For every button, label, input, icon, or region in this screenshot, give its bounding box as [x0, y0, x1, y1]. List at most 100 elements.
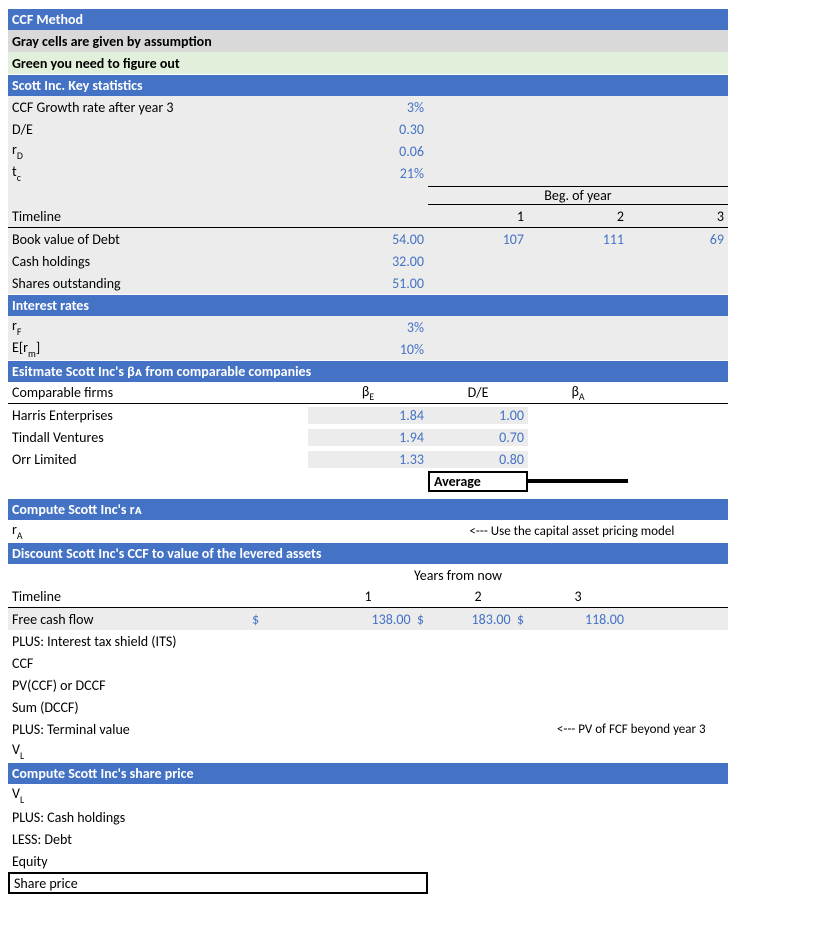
row-terminal-value: PLUS: Terminal value <--- PV of FCF beyo… [8, 718, 728, 740]
label: Timeline [8, 208, 248, 225]
average-value [528, 479, 628, 483]
be: 1.33 [308, 451, 428, 468]
name: Tindall Ventures [8, 429, 248, 446]
label: Sum (DCCF) [8, 699, 248, 716]
label: E[rm] [8, 339, 248, 359]
beg-of-year-label: Beg. of year [428, 186, 728, 205]
label: CCF Growth rate after year 3 [8, 99, 248, 116]
row-pvccf: PV(CCF) or DCCF [8, 674, 728, 696]
row-ra: rA <--- Use the capital asset pricing mo… [8, 520, 728, 542]
label: PLUS: Interest tax shield (ITS) [8, 633, 248, 650]
v3: 69 [628, 231, 728, 248]
band-label: Esitmate Scott Inc's βᴀ from comparable … [8, 363, 728, 380]
note-text: Green you need to figure out [8, 55, 728, 72]
label: Years from now [308, 567, 608, 584]
label: rD [8, 141, 248, 161]
be: 1.94 [308, 429, 428, 446]
row-growth-rate: CCF Growth rate after year 3 3% [8, 96, 728, 118]
band-key-stats: Scott Inc. Key statistics [8, 74, 728, 96]
row-de: D/E 0.30 [8, 118, 728, 140]
average-label: Average [428, 471, 528, 492]
name: Orr Limited [8, 451, 248, 468]
row-vl-1: VL [8, 740, 728, 762]
row-vl-2: VL [8, 784, 728, 806]
y3: 3 [528, 588, 628, 605]
label: Book value of Debt [8, 231, 248, 248]
row-fcf: Free cash flow $ 138.00 $ 183.00 $ 118.0… [8, 608, 728, 630]
row-years-from-now: Years from now [8, 564, 728, 586]
band-green-note: Green you need to figure out [8, 52, 728, 74]
ra-annotation: <--- Use the capital asset pricing model [465, 524, 728, 539]
label: D/E [8, 121, 248, 138]
dollar-1: $ [248, 611, 308, 628]
value: 10% [308, 341, 428, 358]
label: Shares outstanding [8, 275, 248, 292]
label: Free cash flow [8, 611, 248, 628]
label: PLUS: Cash holdings [8, 809, 248, 826]
band-gray-note: Gray cells are given by assumption [8, 30, 728, 52]
band-discount-ccf: Discount Scott Inc's CCF to value of the… [8, 542, 728, 564]
row-ccf-timeline: Timeline 1 2 3 [8, 586, 728, 608]
row-ccf: CCF [8, 652, 728, 674]
label: VL [8, 741, 248, 761]
be: 1.84 [308, 407, 428, 424]
label: VL [8, 785, 248, 805]
fcf-2: 183.00 $ [428, 611, 528, 628]
fcf-3: 118.00 [528, 611, 628, 628]
row-plus-cash: PLUS: Cash holdings [8, 806, 728, 828]
band-label: Compute Scott Inc's share price [8, 765, 728, 782]
value: 21% [308, 165, 428, 182]
label: PV(CCF) or DCCF [8, 677, 248, 694]
row-bv-debt: Book value of Debt 54.00 107 111 69 [8, 228, 728, 250]
de: 0.70 [428, 429, 528, 446]
label: Cash holdings [8, 253, 248, 270]
hdr-de: D/E [428, 384, 528, 401]
row-share-price: Share price [8, 872, 728, 894]
band-interest-rates: Interest rates [8, 294, 728, 316]
row-cash: Cash holdings 32.00 [8, 250, 728, 272]
row-comp-2: Orr Limited 1.33 0.80 [8, 448, 728, 470]
value: 0.30 [308, 121, 428, 138]
v2: 111 [528, 231, 628, 248]
y2: 2 [428, 588, 528, 605]
value: 51.00 [308, 275, 428, 292]
band-estimate-beta: Esitmate Scott Inc's βᴀ from comparable … [8, 360, 728, 382]
row-timeline-years: Timeline 1 2 3 [8, 206, 728, 228]
label: Timeline [8, 588, 248, 605]
row-average: Average [8, 470, 728, 492]
label: rF [8, 317, 248, 337]
row-rf: rF 3% [8, 316, 728, 338]
row-beg-of-year: Beg. of year [8, 184, 728, 206]
hdr-ba: βA [528, 383, 628, 403]
value: 3% [308, 319, 428, 336]
label: Equity [8, 853, 248, 870]
note-text: Gray cells are given by assumption [8, 33, 728, 50]
band-label: Scott Inc. Key statistics [8, 77, 728, 94]
value: 32.00 [308, 253, 428, 270]
year-1: 1 [428, 208, 528, 225]
label: LESS: Debt [8, 831, 248, 848]
row-erm: E[rm] 10% [8, 338, 728, 360]
row-less-debt: LESS: Debt [8, 828, 728, 850]
row-sum-dccf: Sum (DCCF) [8, 696, 728, 718]
tv-annotation: <--- PV of FCF beyond year 3 [553, 722, 728, 737]
row-shares: Shares outstanding 51.00 [8, 272, 728, 294]
label: CCF [8, 655, 248, 672]
value: 0.06 [308, 143, 428, 160]
name: Harris Enterprises [8, 407, 248, 424]
v1: 107 [428, 231, 528, 248]
value: 3% [308, 99, 428, 116]
fcf-1: 138.00 $ [308, 611, 428, 628]
row-comp-0: Harris Enterprises 1.84 1.00 [8, 404, 728, 426]
hdr-firms: Comparable firms [8, 384, 248, 401]
row-rd: rD 0.06 [8, 140, 728, 162]
label: tc [8, 163, 248, 183]
y1: 1 [308, 588, 428, 605]
row-its: PLUS: Interest tax shield (ITS) [8, 630, 728, 652]
label: rA [8, 521, 218, 541]
year-2: 2 [528, 208, 628, 225]
band-ccf-method: CCF Method [8, 8, 728, 30]
row-tc: tc 21% [8, 162, 728, 184]
row-comps-header: Comparable firms βE D/E βA [8, 382, 728, 404]
label: PLUS: Terminal value [8, 721, 218, 738]
